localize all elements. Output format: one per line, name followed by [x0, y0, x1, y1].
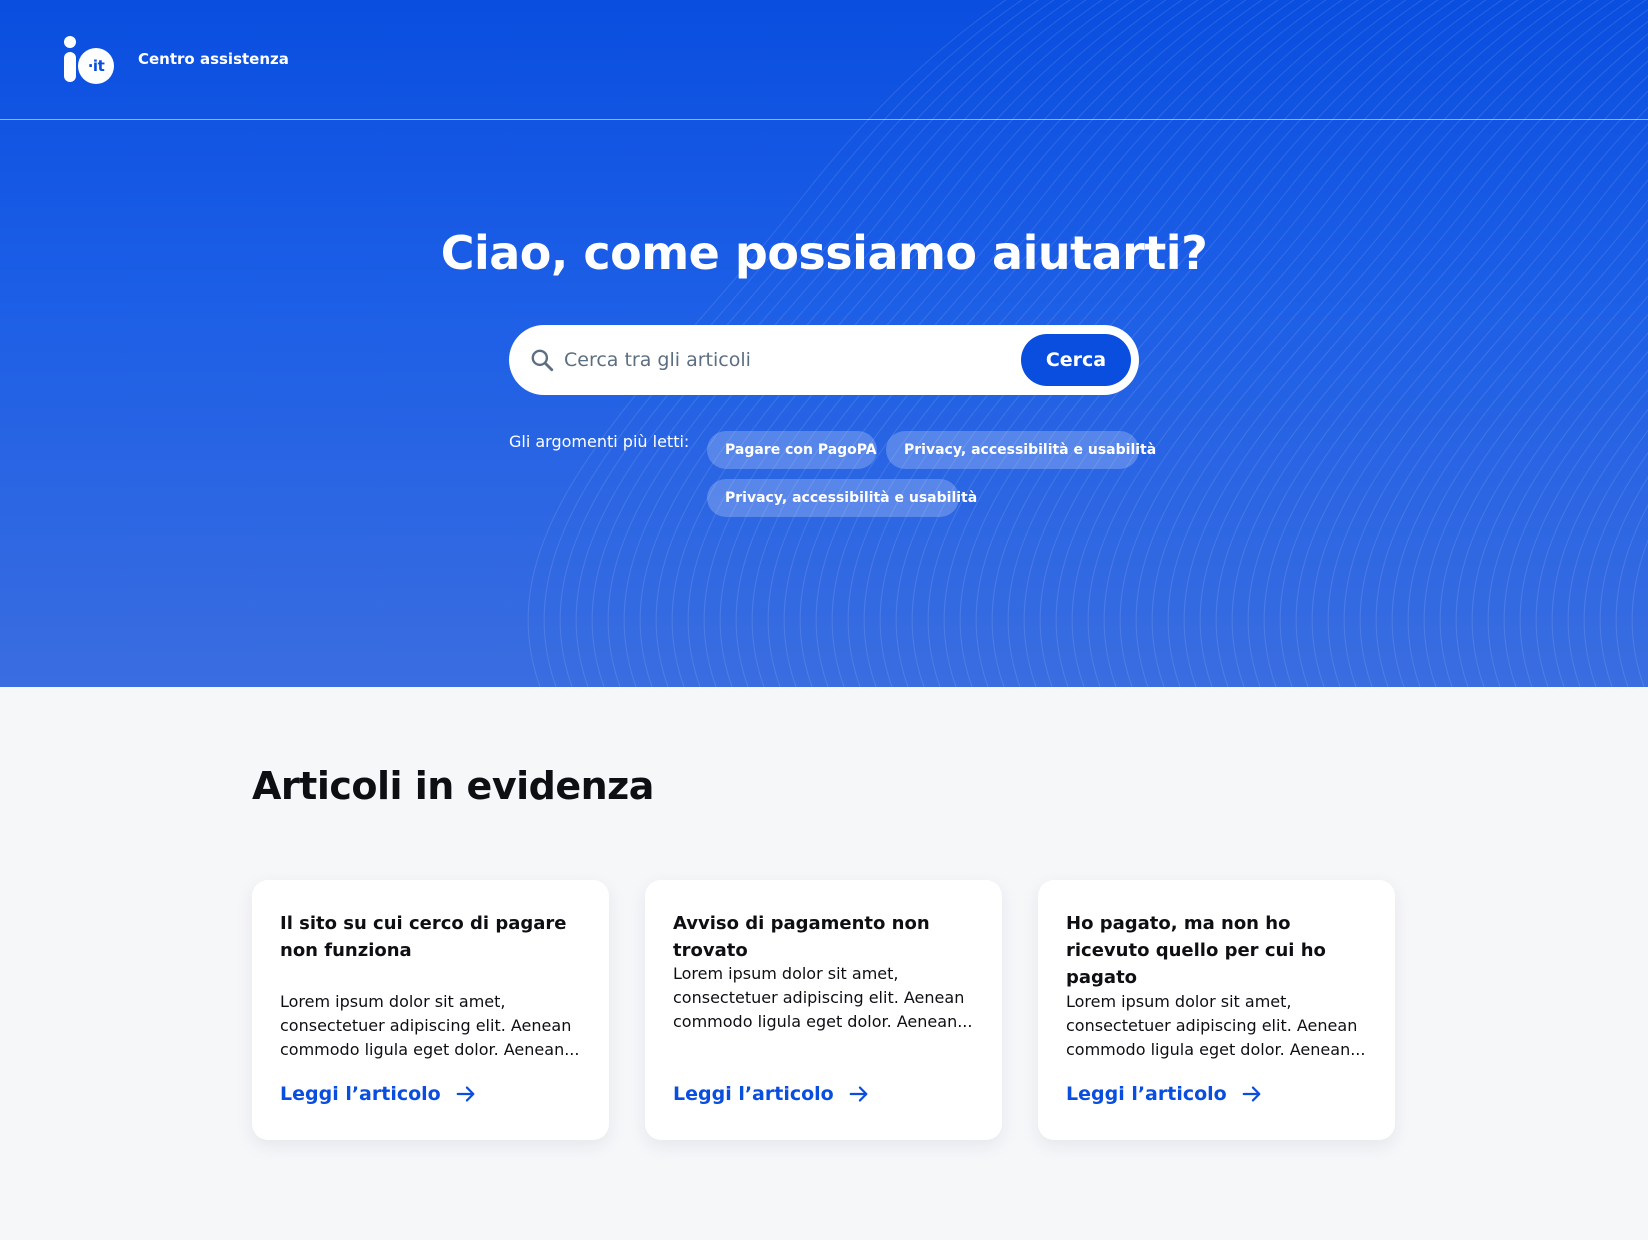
article-card-title: Ho pagato, ma non ho ricevuto quello per…	[1066, 913, 1326, 988]
logo-i-dot	[64, 36, 76, 48]
read-article-label: Leggi l’articolo	[673, 1083, 834, 1105]
search-bar: Cerca	[509, 325, 1139, 395]
article-card-excerpt: Lorem ipsum dolor sit amet, consectetuer…	[673, 964, 973, 1031]
search-button[interactable]: Cerca	[1021, 334, 1131, 386]
read-article-label: Leggi l’articolo	[1066, 1083, 1227, 1105]
logo-i-stem	[64, 52, 76, 82]
article-card-title: Il sito su cui cerco di pagare non funzi…	[280, 913, 567, 961]
read-article-link[interactable]: Leggi l’articolo	[1066, 1083, 1263, 1105]
read-article-link[interactable]: Leggi l’articolo	[673, 1083, 870, 1105]
arrow-right-icon	[849, 1086, 868, 1102]
logo-it-badge: ·it	[78, 48, 114, 84]
search-icon	[531, 349, 554, 372]
topic-chip-pagare-con-pagopa[interactable]: Pagare con PagoPA	[707, 431, 877, 469]
article-card-excerpt: Lorem ipsum dolor sit amet, consectetuer…	[280, 992, 580, 1059]
search-input[interactable]	[564, 340, 964, 380]
article-card-excerpt: Lorem ipsum dolor sit amet, consectetuer…	[1066, 992, 1366, 1059]
io-logo[interactable]: ·it	[64, 36, 120, 84]
arrow-right-icon	[1242, 1086, 1261, 1102]
header-title[interactable]: Centro assistenza	[138, 50, 289, 68]
featured-articles-title: Articoli in evidenza	[252, 764, 654, 808]
article-card: Avviso di pagamento non trovato Lorem ip…	[645, 880, 1002, 1140]
read-article-link[interactable]: Leggi l’articolo	[280, 1083, 477, 1105]
site-header: ·it Centro assistenza	[0, 0, 1648, 120]
article-card: Ho pagato, ma non ho ricevuto quello per…	[1038, 880, 1395, 1140]
read-article-label: Leggi l’articolo	[280, 1083, 441, 1105]
article-card: Il sito su cui cerco di pagare non funzi…	[252, 880, 609, 1140]
topic-chip-privacy-2[interactable]: Privacy, accessibilità e usabilità	[707, 479, 977, 517]
topic-chip-privacy[interactable]: Privacy, accessibilità e usabilità	[886, 431, 1156, 469]
hero-section: ·it Centro assistenza Ciao, come possiam…	[0, 0, 1648, 687]
article-card-title: Avviso di pagamento non trovato	[673, 913, 930, 961]
topics-label: Gli argomenti più letti:	[509, 432, 690, 451]
hero-title: Ciao, come possiamo aiutarti?	[440, 226, 1208, 280]
arrow-right-icon	[456, 1086, 475, 1102]
